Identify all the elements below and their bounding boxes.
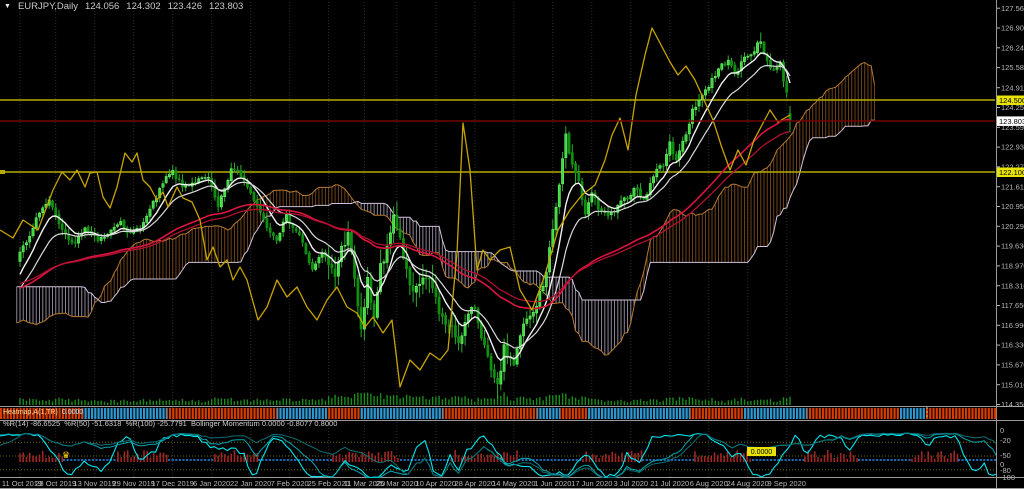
date-axis-label: 6 Aug 2020 — [690, 479, 728, 488]
level-price-tag: 122.100 — [999, 168, 1024, 177]
price-axis-label: 116.990 — [1001, 321, 1024, 330]
price-axis-label: 115.010 — [1001, 380, 1024, 389]
ichimoku-cloud-layer — [17, 63, 875, 356]
level-price-tag: 124.500 — [999, 96, 1024, 105]
ma-crimson-slow — [20, 132, 790, 302]
crown-marker-icon: ♛ — [62, 450, 70, 460]
date-axis-label: 13 Nov 2019 — [73, 479, 116, 488]
ribbon-indicator-value: 0.0000 — [62, 409, 83, 416]
ohlc-open: 124.056 — [85, 1, 119, 12]
date-axis-label: 28 Apr 2020 — [455, 479, 495, 488]
ma-crimson-fast — [20, 120, 790, 309]
price-axis-label: 115.670 — [1001, 361, 1024, 370]
price-axis[interactable]: 127.560126.900126.240125.580124.910124.2… — [997, 4, 1024, 482]
current-price-tag: 123.803 — [999, 117, 1024, 126]
chart-symbol-icon: ▼ — [4, 3, 11, 10]
price-axis-label: 126.240 — [1001, 43, 1024, 52]
chart-title: ▼ EURJPY,Daily 124.056 124.302 123.426 1… — [4, 1, 243, 12]
price-axis-label: 124.910 — [1001, 83, 1024, 92]
ohlc-high: 124.302 — [126, 1, 160, 12]
price-axis-label: 125.580 — [1001, 63, 1024, 72]
price-axis-label: 126.900 — [1001, 24, 1024, 33]
date-axis-label: 28 Oct 2019 — [35, 479, 76, 488]
ohlc-close: 123.803 — [209, 1, 243, 12]
price-axis-label: 121.610 — [1001, 182, 1024, 191]
date-axis-label: 7 Feb 2020 — [271, 479, 309, 488]
date-axis-label: 17 Dec 2019 — [151, 479, 194, 488]
price-axis-label: 117.650 — [1001, 301, 1024, 310]
price-axis-label: 120.290 — [1001, 222, 1024, 231]
oscillator-indicator-label: %R(14) -86.6525 %R(50) -51.6318 %R(100) … — [3, 419, 337, 428]
date-axis-label: 25 Mar 2020 — [376, 479, 418, 488]
mt4-chart-window: ♛ 0.0000 127.560 126.900 126.240 125.580 124.9… — [0, 0, 1024, 489]
date-axis-label: 6 Jan 2020 — [193, 479, 230, 488]
symbol-period-label: EURJPY,Daily — [18, 1, 78, 12]
oscillator-markers: ♛ 0.0000 — [62, 447, 776, 460]
date-axis-label: 29 Nov 2019 — [112, 479, 155, 488]
price-axis-label: 120.950 — [1001, 202, 1024, 211]
ohlc-low: 123.426 — [168, 1, 202, 12]
volume-bars — [19, 392, 790, 405]
date-axis-label: 22 Jan 2020 — [230, 479, 271, 488]
trend-ribbon — [0, 407, 997, 419]
time-axis[interactable]: 11 Oct 201928 Oct 201913 Nov 201929 Nov … — [2, 479, 806, 488]
price-axis-label: 119.630 — [1001, 242, 1024, 251]
oscillator-axis-label: -100 — [1000, 473, 1015, 482]
oscillator-axis-label: 0 — [1000, 426, 1004, 435]
ribbon-indicator-name: Heatmap,A(1,TR) — [3, 409, 58, 416]
oscillator-axis-label: -50 — [1000, 451, 1011, 460]
date-axis-label: 21 Jul 2020 — [650, 479, 689, 488]
date-axis-label: 17 Jun 2020 — [571, 479, 612, 488]
momentum-value-tag: 0.0000 — [751, 449, 773, 456]
horizontal-level-lines[interactable] — [0, 100, 995, 174]
date-axis-label: 24 Aug 2020 — [727, 479, 769, 488]
oscillator-axis-label: -20 — [1000, 436, 1011, 445]
date-axis-label: 1 Jun 2020 — [534, 479, 571, 488]
price-axis-label: 118.310 — [1001, 281, 1024, 290]
date-axis-label: 3 Jul 2020 — [613, 479, 648, 488]
oscillator-pane — [0, 433, 997, 479]
price-axis-label: 122.930 — [1001, 143, 1024, 152]
ma-white-fast — [20, 53, 790, 360]
date-axis-label: 14 May 2020 — [492, 479, 535, 488]
price-axis-label: 118.970 — [1001, 262, 1024, 271]
date-axis-label: 9 Sep 2020 — [768, 479, 806, 488]
ribbon-indicator-label: Heatmap,A(1,TR) 0.0000 — [3, 408, 83, 418]
date-axis-label: 10 Apr 2020 — [416, 479, 456, 488]
chart-canvas[interactable]: ♛ 0.0000 127.560 126.900 126.240 125.580 124.9… — [0, 0, 1024, 489]
price-axis-label: 114.350 — [1001, 400, 1024, 409]
ma-white-slow — [20, 66, 790, 349]
candles-layer — [19, 33, 791, 399]
price-axis-label: 116.330 — [1001, 341, 1024, 350]
price-axis-label: 127.560 — [1001, 4, 1024, 13]
yellow-indicator-line — [0, 28, 790, 387]
moving-averages — [20, 53, 790, 360]
